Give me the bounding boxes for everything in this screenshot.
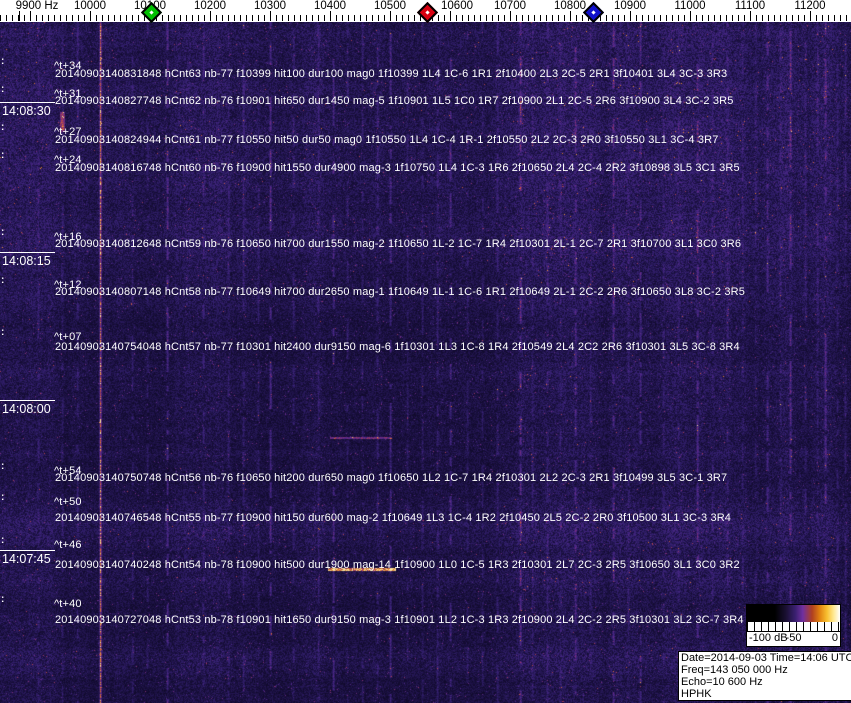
info-frequency: Freq=143 050 000 Hz	[681, 664, 788, 676]
event-edge-mark: :	[1, 56, 5, 67]
time-label: 14:08:15	[2, 254, 51, 268]
freq-tick-label: 10300	[254, 0, 286, 12]
db-min-label: -100 dB	[749, 632, 788, 644]
freq-tick-label: 11100	[734, 0, 766, 12]
spectrogram-app-window: 9900 Hz100001010010200103001040010500106…	[0, 0, 851, 703]
db-scale-labels: -100 dB -50 0	[747, 632, 840, 646]
freq-tick-label: 10000	[74, 0, 106, 12]
event-edge-mark: :	[1, 594, 5, 605]
info-station: HPHK	[681, 688, 712, 700]
time-tick-line	[0, 252, 55, 253]
event-edge-mark: :	[1, 535, 5, 546]
freq-tick-label: 10600	[441, 0, 473, 12]
time-tick-line	[0, 400, 55, 401]
event-data-text: 20140903140740248 hCnt54 nb-78 f10900 hi…	[55, 559, 740, 571]
freq-tick-label: 10400	[314, 0, 346, 12]
event-data-text: 20140903140746548 hCnt55 nb-77 f10900 hi…	[55, 512, 732, 524]
freq-tick-label: 11000	[674, 0, 706, 12]
event-data-text: 20140903140754048 hCnt57 nb-77 f10301 hi…	[55, 341, 740, 353]
db-mid-label: -50	[785, 632, 802, 644]
db-scale-legend: -100 dB -50 0	[746, 604, 841, 647]
event-data-text: 20140903140807148 hCnt58 nb-77 f10649 hi…	[55, 286, 745, 298]
freq-tick-label: 9900 Hz	[15, 0, 59, 12]
time-label: 14:07:45	[2, 552, 51, 566]
event-data-text: 20140903140824944 hCnt61 nb-77 f10550 hi…	[55, 134, 719, 146]
db-scale-ticks	[747, 622, 840, 632]
freq-tick-label: 10700	[494, 0, 526, 12]
event-time-tag: ^t+40	[54, 598, 82, 610]
frequency-ruler: 9900 Hz100001010010200103001040010500106…	[0, 0, 851, 24]
event-edge-mark: :	[1, 84, 5, 95]
db-max-label: 0	[831, 632, 838, 644]
freq-tick-label: 10200	[194, 0, 226, 12]
info-echo: Echo=10 600 Hz	[681, 676, 763, 688]
event-data-text: 20140903140812648 hCnt59 nb-76 f10650 hi…	[55, 238, 742, 250]
event-edge-mark: :	[1, 150, 5, 161]
event-data-text: 20140903140816748 hCnt60 nb-76 f10900 hi…	[55, 162, 740, 174]
time-tick-line	[0, 102, 55, 103]
spectrogram-waterfall	[0, 22, 851, 703]
time-tick-line	[0, 550, 55, 551]
event-edge-mark: :	[1, 461, 5, 472]
event-edge-mark: :	[1, 275, 5, 286]
marker-center-dot	[591, 10, 596, 15]
event-data-text: 20140903140827748 hCnt62 nb-76 f10901 hi…	[55, 95, 734, 107]
freq-tick-label: 10900	[614, 0, 646, 12]
event-data-text: 20140903140727048 hCnt53 nb-78 f10901 hi…	[55, 614, 744, 626]
event-time-tag: ^t+50	[54, 496, 82, 508]
time-label: 14:08:30	[2, 104, 51, 118]
event-time-tag: ^t+46	[54, 539, 82, 551]
marker-center-dot	[425, 10, 430, 15]
event-data-text: 20140903140831848 hCnt63 nb-77 f10399 hi…	[55, 68, 728, 80]
marker-center-dot	[149, 10, 154, 15]
event-data-text: 20140903140750748 hCnt56 nb-76 f10650 hi…	[55, 472, 728, 484]
time-label: 14:08:00	[2, 402, 51, 416]
event-edge-mark: :	[1, 227, 5, 238]
freq-tick-label: 10500	[374, 0, 406, 12]
freq-tick-label: 11200	[794, 0, 826, 12]
event-edge-mark: :	[1, 122, 5, 133]
freq-tick-label: 10800	[554, 0, 586, 12]
info-box: Date=2014-09-03 Time=14:06 UTC Freq=143 …	[678, 651, 851, 701]
event-edge-mark: :	[1, 492, 5, 503]
db-gradient-bar	[747, 605, 840, 622]
event-edge-mark: :	[1, 327, 5, 338]
info-date-time: Date=2014-09-03 Time=14:06 UTC	[681, 652, 851, 664]
